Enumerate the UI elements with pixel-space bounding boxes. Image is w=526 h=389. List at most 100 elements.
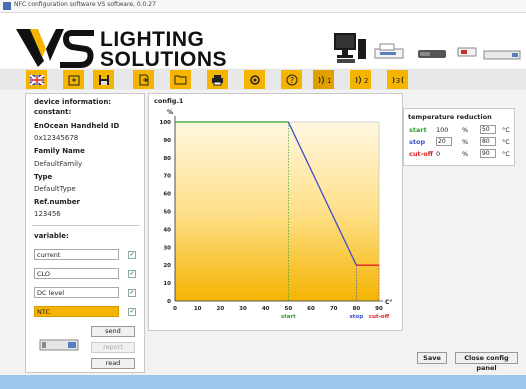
- read-nfc-icon: 1: [318, 75, 331, 85]
- report-button[interactable]: report: [91, 342, 135, 353]
- svg-text:1: 1: [327, 77, 331, 85]
- variable-ntc-checkbox[interactable]: ✓: [128, 308, 136, 316]
- constant-heading: constant:: [34, 108, 72, 116]
- led-driver-icon: [483, 50, 521, 60]
- ref-label: Ref.number: [34, 198, 80, 206]
- marker-cut-off-label: cut-off: [369, 314, 390, 320]
- brand-line-1: LIGHTING: [100, 28, 205, 51]
- svg-text:2: 2: [364, 77, 368, 85]
- x-tick-label: 20: [217, 306, 225, 312]
- start-percent-unit: %: [462, 126, 469, 134]
- family-value: DefaultFamily: [34, 160, 83, 168]
- y-tick-label: 50: [163, 210, 171, 216]
- vs-logo-icon: [16, 29, 94, 68]
- window-title: NFC configuration software VS software, …: [14, 1, 156, 8]
- toolbar: ? 1 2 3: [0, 69, 526, 90]
- settings-button[interactable]: [244, 70, 265, 89]
- y-tick-label: 20: [163, 263, 171, 269]
- y-tick-label: 40: [163, 227, 171, 233]
- type-label: Type: [34, 173, 53, 181]
- settings-icon: [249, 74, 260, 85]
- cutoff-temp-unit: °C: [502, 150, 510, 158]
- variable-current[interactable]: current: [34, 249, 119, 260]
- open-folder-icon: [68, 75, 79, 85]
- svg-text:?: ?: [289, 76, 293, 85]
- variable-dc-level-checkbox[interactable]: ✓: [128, 289, 136, 297]
- device-panel: device information: constant: EnOcean Ha…: [25, 93, 145, 373]
- y-axis-label: %: [167, 109, 173, 116]
- nfc-transfer-button[interactable]: 3: [387, 70, 408, 89]
- write-nfc-button[interactable]: 2: [350, 70, 371, 89]
- x-tick-label: 50: [285, 306, 293, 312]
- start-percent: 100: [436, 126, 449, 134]
- x-tick-label: 60: [307, 306, 315, 312]
- y-tick-label: 60: [163, 192, 171, 198]
- y-tick-label: 10: [163, 281, 171, 287]
- device-info-heading: device information:: [34, 98, 112, 106]
- x-tick-label: 0: [173, 306, 177, 312]
- folder-button[interactable]: [170, 70, 191, 89]
- x-tick-label: 80: [353, 306, 361, 312]
- export-button[interactable]: [133, 70, 154, 89]
- variable-ntc[interactable]: NTC: [34, 306, 119, 317]
- nfc-reader-icon: [374, 43, 404, 59]
- cutoff-percent-unit: %: [462, 150, 469, 158]
- svg-text:3: 3: [395, 77, 399, 85]
- folder-icon: [174, 75, 187, 85]
- temperature-curve-chart: % C° 0 10 20 30 40 50 60 70 80 90 100 0 10 20 30 40 50 60 70…: [160, 109, 393, 320]
- export-icon: [139, 74, 148, 85]
- brand-line-2: SOLUTIONS: [100, 48, 228, 71]
- marker-start-label: start: [281, 314, 296, 320]
- temperature-title: temperature reduction: [408, 113, 492, 121]
- family-label: Family Name: [34, 147, 85, 155]
- stop-temp-input[interactable]: 80: [480, 137, 496, 146]
- cutoff-temp-input[interactable]: 90: [480, 149, 496, 158]
- x-tick-label: 40: [262, 306, 270, 312]
- save-icon: [98, 74, 109, 85]
- app-icon: [3, 2, 11, 10]
- title-bar: NFC configuration software VS software, …: [0, 0, 526, 13]
- uk-flag-icon: [29, 74, 44, 85]
- stop-temp-unit: °C: [502, 138, 510, 146]
- led-driver-image-icon: [39, 339, 79, 351]
- temperature-reduction-panel: temperature reduction start 100 % 50 °C …: [403, 108, 515, 166]
- type-value: DefaultType: [34, 185, 76, 193]
- variable-current-checkbox[interactable]: ✓: [128, 251, 136, 259]
- id-label: EnOcean Handheld ID: [34, 122, 120, 130]
- open-button[interactable]: [63, 70, 84, 89]
- stop-label: stop: [409, 138, 426, 146]
- nfc-transfer-icon: 3: [392, 76, 403, 85]
- variable-dc-level[interactable]: DC level: [34, 287, 119, 298]
- send-button[interactable]: send: [91, 326, 135, 337]
- start-temp-input[interactable]: 50: [480, 125, 496, 134]
- read-button[interactable]: read: [91, 358, 135, 369]
- language-button[interactable]: [26, 70, 47, 89]
- write-nfc-icon: 2: [355, 75, 368, 85]
- y-tick-label: 70: [163, 174, 171, 180]
- stop-percent-input[interactable]: 20: [436, 137, 452, 146]
- save-button[interactable]: Save: [417, 352, 447, 364]
- ref-value: 123456: [34, 210, 61, 218]
- save-toolbar-button[interactable]: [93, 70, 114, 89]
- y-tick-label: 100: [160, 120, 172, 126]
- x-tick-label: 90: [375, 306, 383, 312]
- x-tick-label: 10: [194, 306, 202, 312]
- variable-clo-checkbox[interactable]: ✓: [128, 270, 136, 278]
- variable-clo[interactable]: CLO: [34, 268, 119, 279]
- print-icon: [212, 74, 223, 85]
- marker-stop-label: stop: [350, 314, 364, 320]
- close-config-panel-button[interactable]: Close config panel: [455, 352, 518, 372]
- y-tick-label: 90: [163, 138, 171, 144]
- start-label: start: [409, 126, 427, 134]
- x-tick-label: 70: [330, 306, 338, 312]
- print-button[interactable]: [207, 70, 228, 89]
- id-value: 0x12345678: [34, 134, 79, 142]
- help-button[interactable]: ?: [281, 70, 302, 89]
- plot-area: [174, 121, 380, 302]
- cutoff-label: cut-off: [409, 150, 434, 158]
- x-tick-label: 30: [239, 306, 247, 312]
- y-tick-label: 80: [163, 156, 171, 162]
- read-nfc-button[interactable]: 1: [313, 70, 334, 89]
- driver-device-icon: [418, 50, 446, 58]
- chart-panel: config.1 % C° 0 10 20 30 40 50 60 70 80 90 100 0 10 20 3…: [148, 93, 403, 331]
